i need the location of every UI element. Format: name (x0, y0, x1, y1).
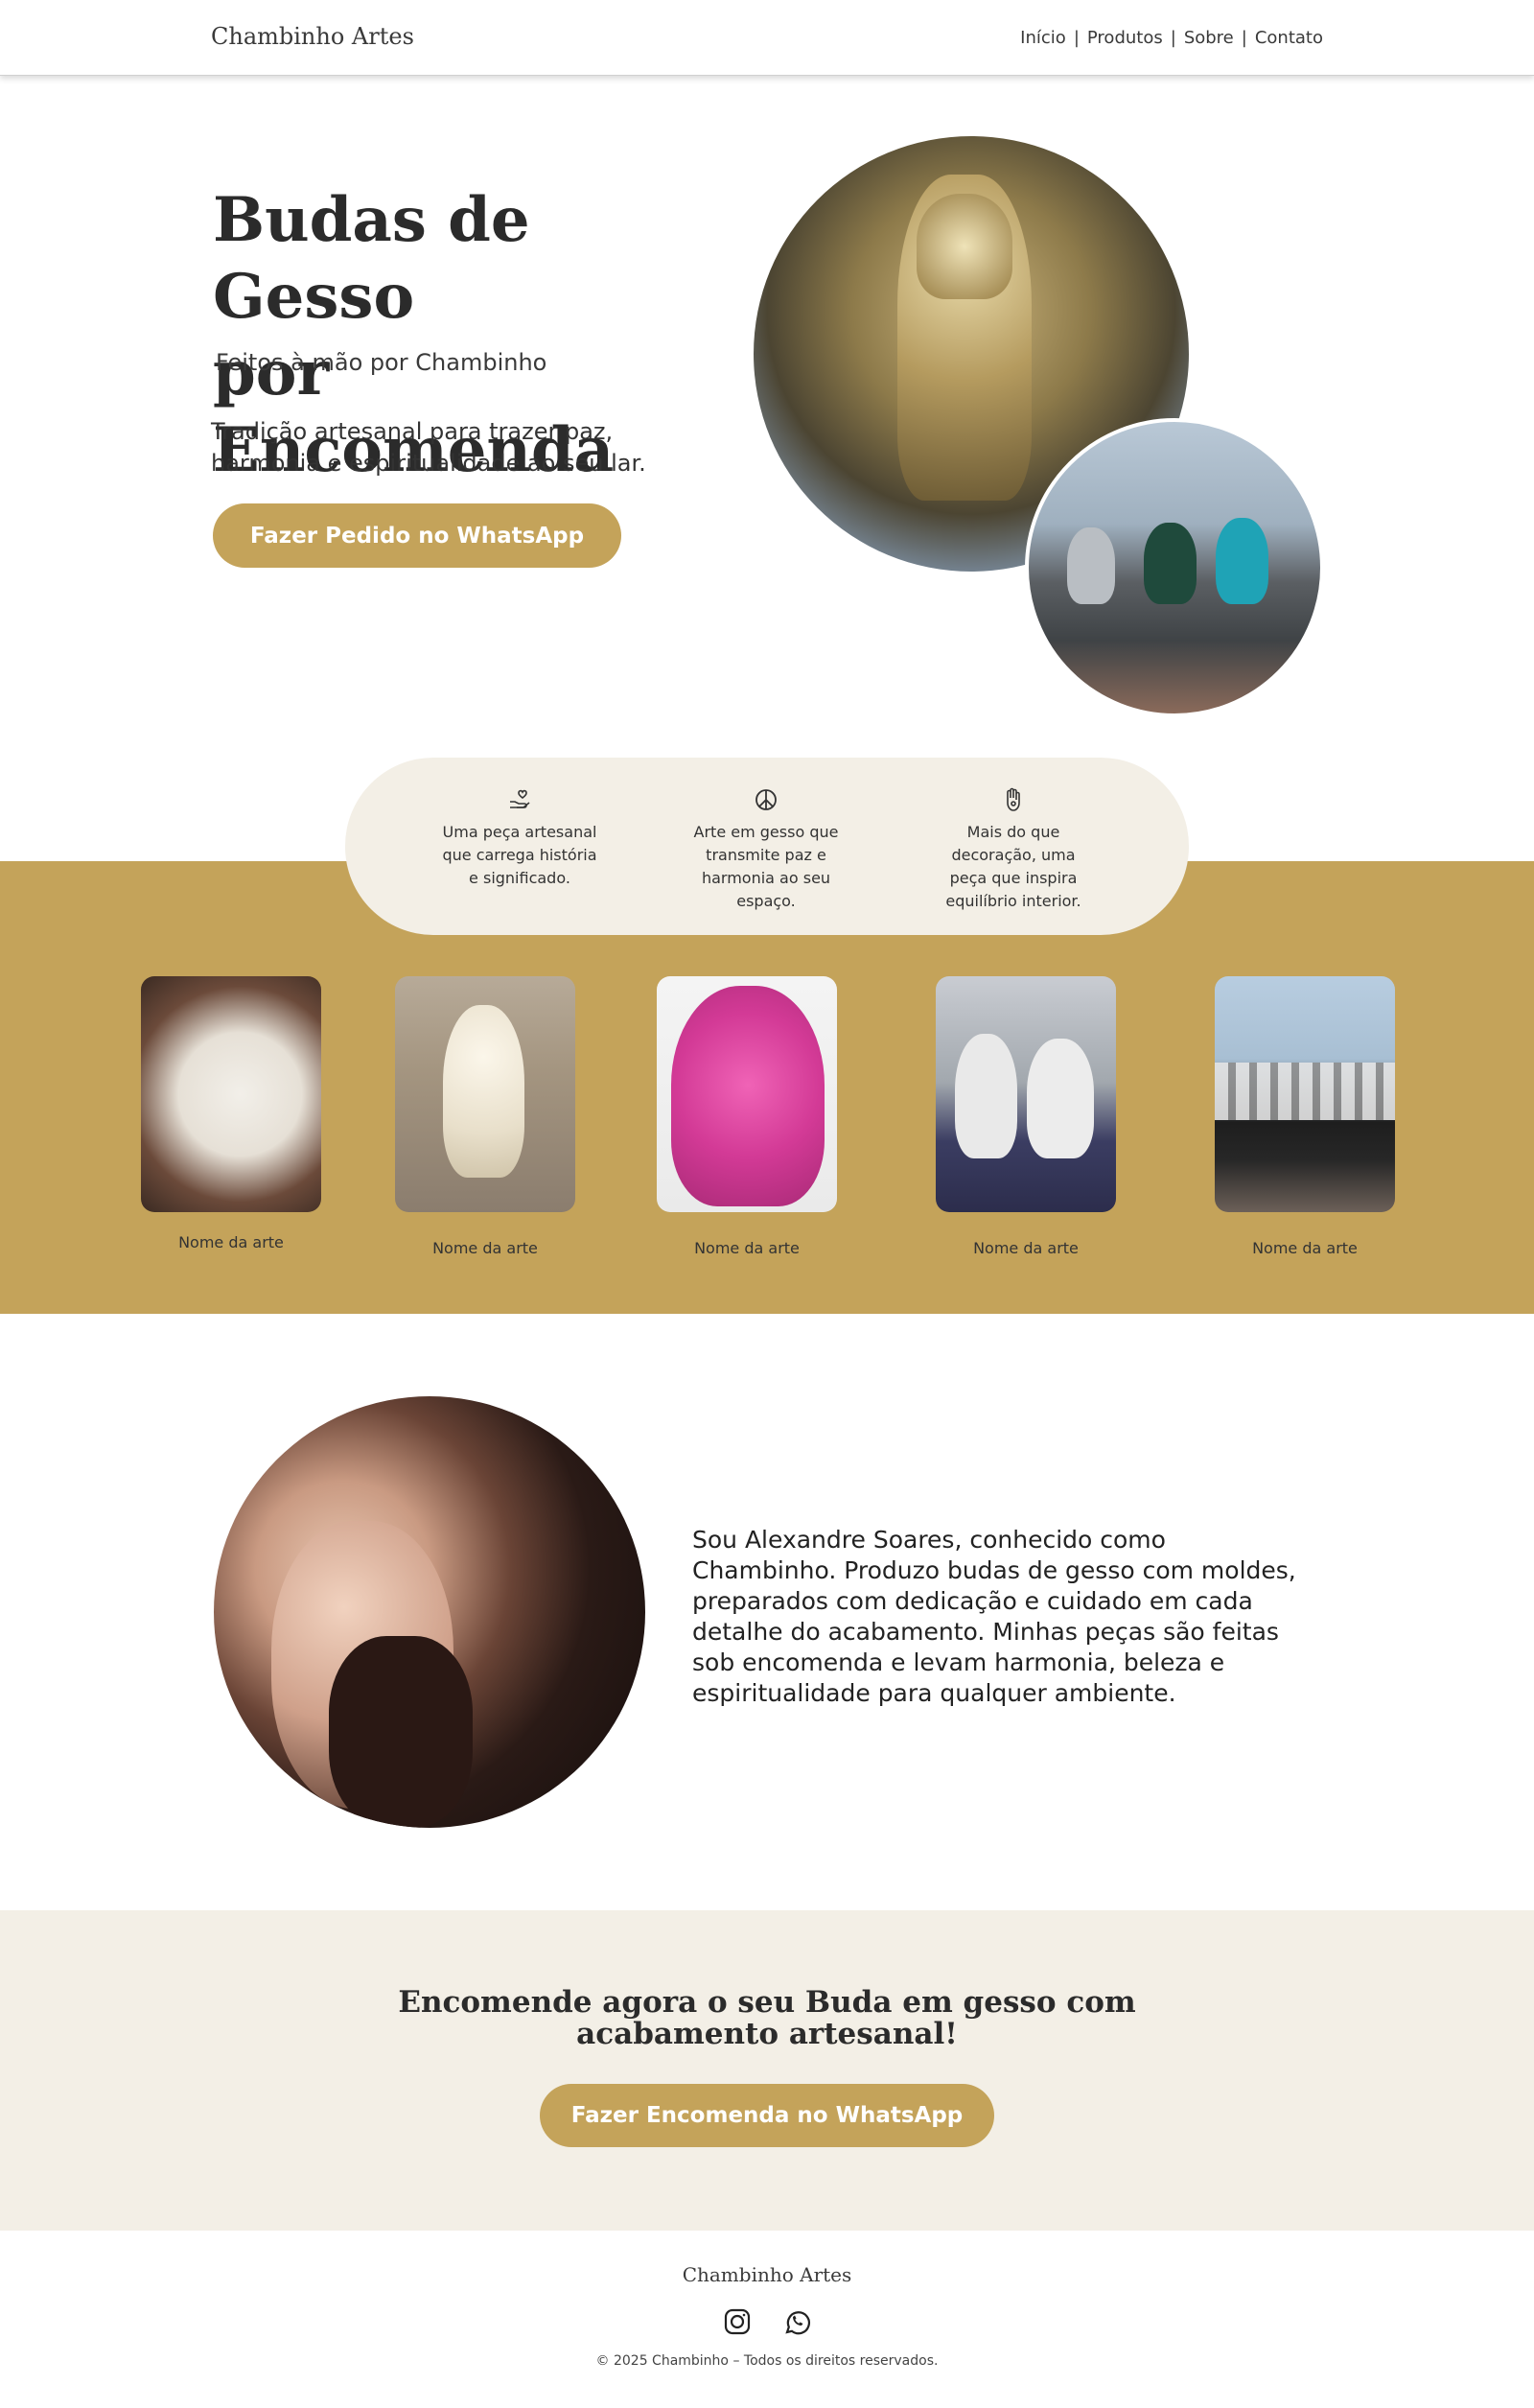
nav-separator: | (1073, 28, 1080, 48)
hero-description: Tradição artesanal para trazer paz, harm… (211, 418, 646, 477)
buddha-figurines-photo (1025, 418, 1324, 717)
hero-title-line1: Budas de Gesso (213, 184, 530, 333)
product-image[interactable] (657, 976, 837, 1212)
site-header: Chambinho Artes Início | Produtos | Sobr… (0, 0, 1534, 76)
whatsapp-commission-button[interactable]: Fazer Encomenda no WhatsApp (540, 2084, 994, 2147)
nav-separator: | (1241, 28, 1247, 48)
copyright-text: © 2025 Chambinho – Todos os direitos res… (595, 2353, 939, 2369)
product-image[interactable] (141, 976, 321, 1212)
nav-sobre[interactable]: Sobre (1184, 28, 1234, 48)
footer-brand: Chambinho Artes (682, 2263, 852, 2286)
product-label: Nome da arte (178, 1233, 284, 1251)
value-text: Uma peça artesanal que carrega história … (442, 823, 597, 887)
nav-produtos[interactable]: Produtos (1087, 28, 1163, 48)
value-text: Mais do que decoração, uma peça que insp… (945, 823, 1081, 910)
product-image[interactable] (936, 976, 1116, 1212)
value-item: Arte em gesso que transmite paz e harmon… (685, 786, 848, 913)
product-label: Nome da arte (973, 1239, 1079, 1257)
product-label: Nome da arte (432, 1239, 538, 1257)
about-text: Sou Alexandre Soares, conhecido como Cha… (692, 1526, 1296, 1707)
artist-photo (214, 1396, 645, 1828)
hand-heart-icon (510, 789, 530, 808)
hamsa-icon (1007, 787, 1020, 811)
values-card: Uma peça artesanal que carrega história … (345, 758, 1189, 935)
whatsapp-order-button[interactable]: Fazer Pedido no WhatsApp (213, 503, 621, 568)
product-image[interactable] (1215, 976, 1395, 1212)
cta-section (0, 1910, 1534, 2231)
brand-logo[interactable]: Chambinho Artes (211, 23, 414, 50)
instagram-icon[interactable] (722, 2306, 753, 2337)
peace-icon (755, 789, 777, 810)
nav-inicio[interactable]: Início (1020, 28, 1066, 48)
social-links (722, 2306, 812, 2337)
product-label: Nome da arte (694, 1239, 800, 1257)
product-image[interactable] (395, 976, 575, 1212)
main-nav: Início | Produtos | Sobre | Contato (1020, 28, 1323, 48)
hero-subtitle: Feitos à mão por Chambinho (216, 349, 547, 376)
cta-title: Encomende agora o seu Buda em gesso com … (398, 1985, 1136, 2051)
value-item: Mais do que decoração, uma peça que insp… (932, 786, 1095, 913)
nav-contato[interactable]: Contato (1255, 28, 1323, 48)
product-label: Nome da arte (1252, 1239, 1358, 1257)
nav-separator: | (1170, 28, 1176, 48)
value-item: Uma peça artesanal que carrega história … (438, 786, 601, 890)
whatsapp-icon[interactable] (781, 2306, 812, 2337)
value-text: Arte em gesso que transmite paz e harmon… (693, 823, 839, 910)
